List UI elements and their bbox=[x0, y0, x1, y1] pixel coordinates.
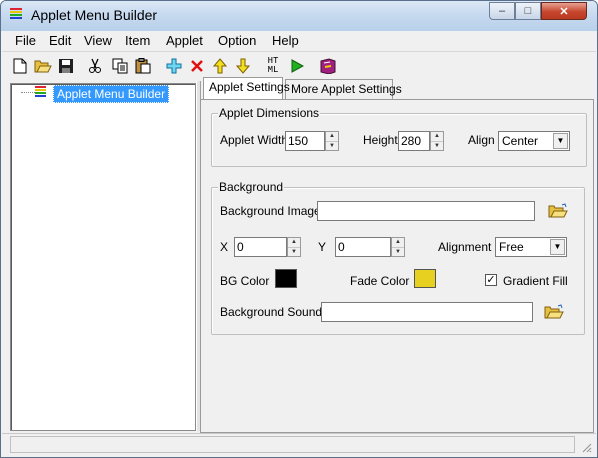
y-input[interactable]: 0 bbox=[335, 237, 391, 257]
tree-view[interactable]: Applet Menu Builder bbox=[10, 83, 196, 431]
move-up-icon[interactable] bbox=[210, 55, 230, 76]
align-select-value: Center bbox=[502, 134, 539, 148]
close-button[interactable]: ✕ bbox=[541, 2, 587, 20]
new-icon[interactable] bbox=[10, 55, 30, 76]
bg-color-swatch[interactable] bbox=[275, 269, 297, 288]
help-book-icon[interactable] bbox=[318, 55, 338, 76]
save-icon[interactable] bbox=[56, 55, 76, 76]
menu-item[interactable]: Item bbox=[125, 33, 150, 48]
delete-icon[interactable] bbox=[187, 55, 207, 76]
background-sound-label: Background Sound bbox=[220, 305, 323, 319]
tab-applet-settings[interactable]: Applet Settings bbox=[203, 77, 290, 99]
height-label: Height bbox=[363, 133, 398, 147]
bg-color-label: BG Color bbox=[220, 274, 270, 288]
app-stripes-icon bbox=[35, 86, 46, 100]
status-pane bbox=[10, 436, 575, 453]
fade-color-swatch[interactable] bbox=[414, 269, 436, 288]
toolbar: HT ML bbox=[2, 52, 596, 80]
maximize-button[interactable]: □ bbox=[515, 2, 541, 20]
applet-dimensions-legend: Applet Dimensions bbox=[218, 106, 321, 120]
html-icon-label: HT ML bbox=[267, 55, 279, 75]
paste-icon[interactable] bbox=[133, 55, 153, 76]
height-input[interactable]: 280 bbox=[398, 131, 430, 151]
x-spinner[interactable]: ▲ ▼ bbox=[287, 237, 301, 257]
menu-file[interactable]: File bbox=[15, 33, 36, 48]
align-label: Align bbox=[468, 133, 495, 147]
background-image-label: Background Image bbox=[220, 204, 321, 218]
browse-folder-icon[interactable] bbox=[548, 203, 568, 221]
x-label: X bbox=[220, 240, 229, 254]
menu-option[interactable]: Option bbox=[218, 33, 256, 48]
cut-icon[interactable] bbox=[85, 55, 105, 76]
applet-dimensions-group: Applet Dimensions Applet Width 150 ▲ ▼ He… bbox=[211, 106, 587, 167]
applet-width-spinner[interactable]: ▲ ▼ bbox=[325, 131, 339, 151]
resize-grip-icon[interactable] bbox=[580, 441, 592, 453]
tab-panel: Applet Dimensions Applet Width 150 ▲ ▼ He… bbox=[200, 99, 594, 433]
tab-more-applet-settings[interactable]: More Applet Settings bbox=[285, 79, 402, 99]
run-icon[interactable] bbox=[287, 55, 307, 76]
y-spinner[interactable]: ▲ ▼ bbox=[391, 237, 405, 257]
move-down-icon[interactable] bbox=[233, 55, 253, 76]
status-bar bbox=[2, 433, 596, 456]
fade-color-label: Fade Color bbox=[350, 274, 410, 288]
chevron-down-icon[interactable]: ▼ bbox=[550, 239, 565, 255]
window-title: Applet Menu Builder bbox=[31, 7, 158, 23]
menu-help[interactable]: Help bbox=[272, 33, 299, 48]
gradient-fill-label: Gradient Fill bbox=[503, 274, 568, 288]
background-group: Background Background Image X 0 ▲ ▼ Y 0 ▲… bbox=[211, 180, 585, 335]
background-sound-input[interactable] bbox=[321, 302, 533, 322]
html-icon[interactable]: HT ML bbox=[263, 55, 283, 76]
app-stripes-icon bbox=[10, 8, 22, 22]
gradient-fill-checkbox[interactable]: ✓ bbox=[485, 274, 497, 286]
app-window: Applet Menu Builder – □ ✕ File Edit View… bbox=[0, 0, 598, 458]
background-image-input[interactable] bbox=[317, 201, 535, 221]
tree-connector bbox=[21, 92, 35, 93]
menu-bar: File Edit View Item Applet Option Help bbox=[2, 31, 596, 52]
applet-width-label: Applet Width bbox=[220, 133, 289, 147]
minimize-button[interactable]: – bbox=[489, 2, 515, 20]
browse-folder-icon[interactable] bbox=[544, 304, 564, 322]
chevron-down-icon[interactable]: ▼ bbox=[553, 133, 568, 149]
add-icon[interactable] bbox=[164, 55, 184, 76]
background-legend: Background bbox=[218, 180, 285, 194]
y-label: Y bbox=[318, 240, 327, 254]
menu-applet[interactable]: Applet bbox=[166, 33, 203, 48]
tree-root-item[interactable]: Applet Menu Builder bbox=[53, 85, 170, 103]
copy-icon[interactable] bbox=[110, 55, 130, 76]
align-select[interactable]: Center ▼ bbox=[498, 131, 570, 151]
menu-view[interactable]: View bbox=[84, 33, 112, 48]
alignment-label: Alignment bbox=[438, 240, 492, 254]
height-spinner[interactable]: ▲ ▼ bbox=[430, 131, 444, 151]
menu-edit[interactable]: Edit bbox=[49, 33, 71, 48]
x-input[interactable]: 0 bbox=[234, 237, 287, 257]
title-bar[interactable]: Applet Menu Builder – □ ✕ bbox=[1, 1, 597, 31]
alignment-select[interactable]: Free ▼ bbox=[495, 237, 567, 257]
alignment-select-value: Free bbox=[499, 240, 524, 254]
open-icon[interactable] bbox=[33, 55, 53, 76]
applet-width-input[interactable]: 150 bbox=[285, 131, 325, 151]
